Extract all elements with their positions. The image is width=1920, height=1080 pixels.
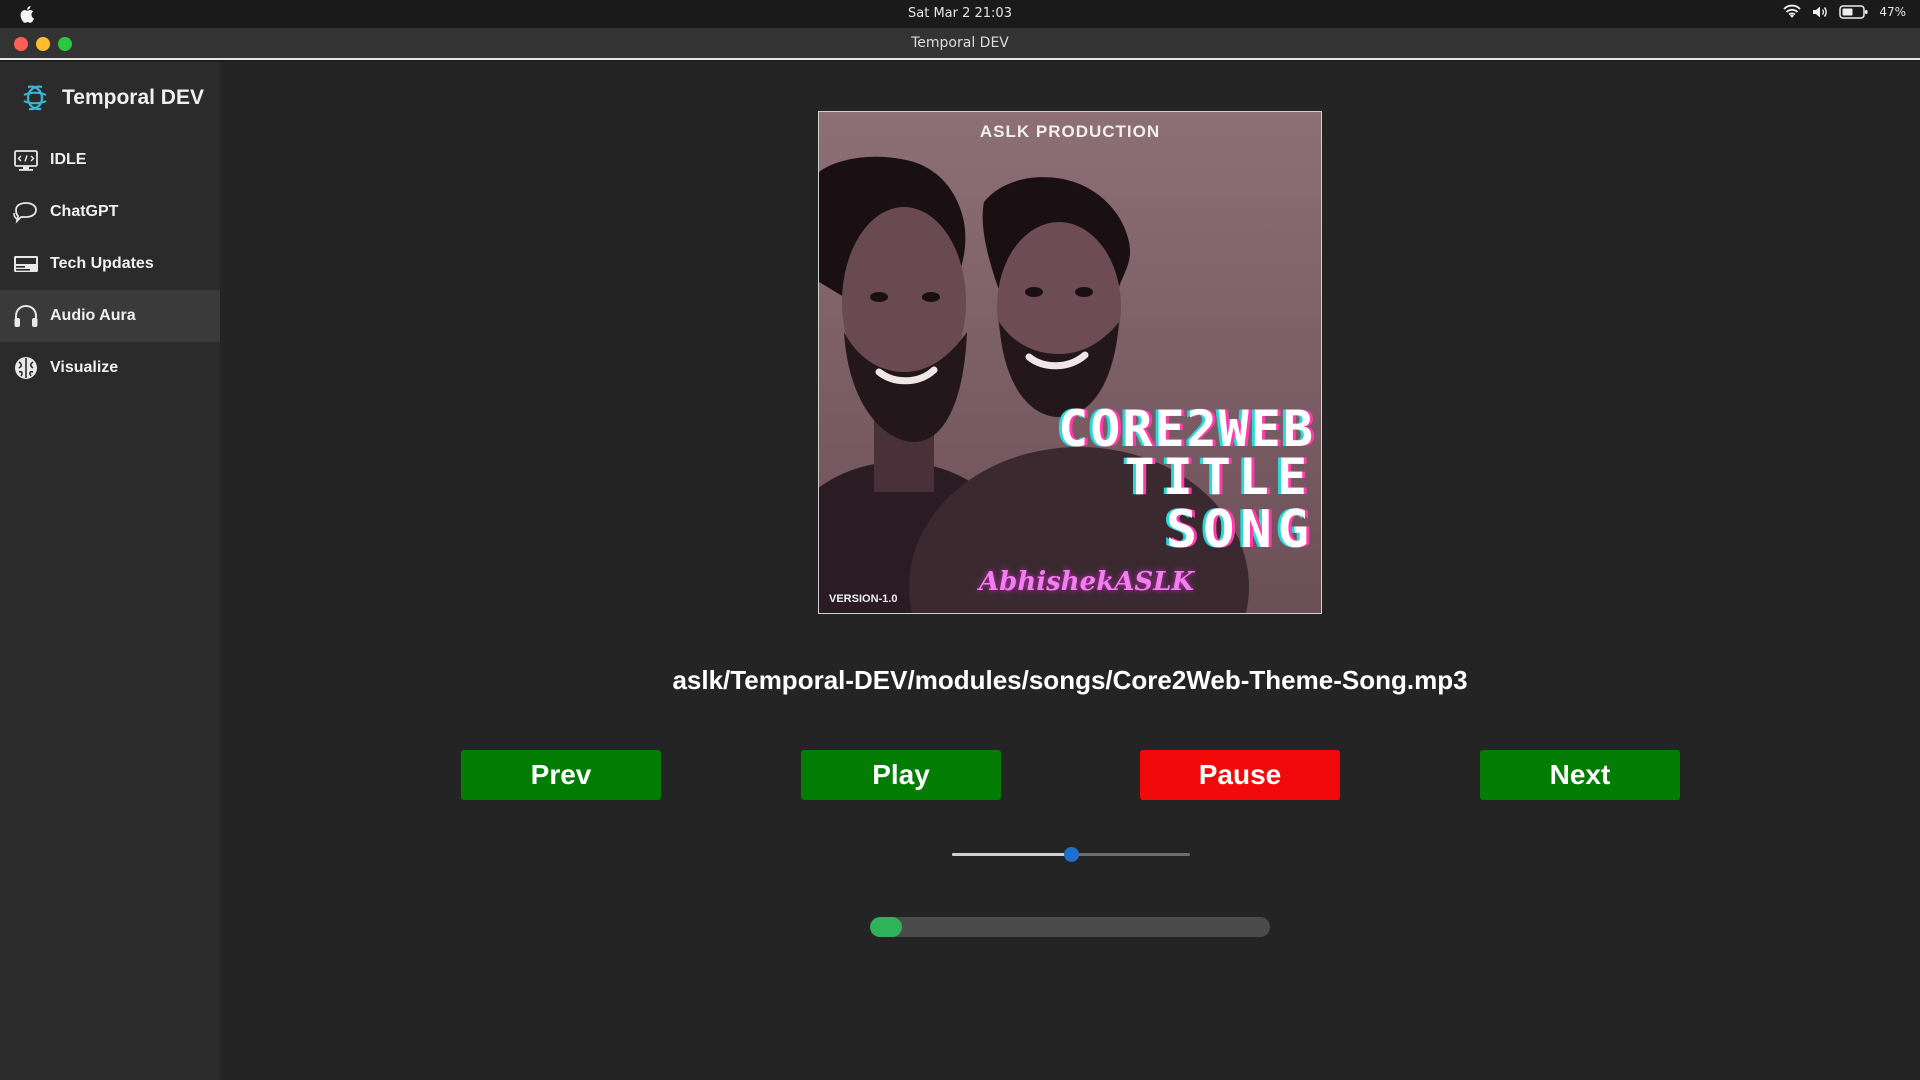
- brand[interactable]: Temporal DEV: [20, 82, 204, 114]
- sidebar-item-label: IDLE: [50, 151, 87, 168]
- cover-heading: ASLK PRODUCTION: [979, 122, 1161, 141]
- cover-title-line-3: SONG: [1165, 500, 1315, 560]
- sidebar-item-tech-updates[interactable]: Tech Updates: [0, 238, 220, 290]
- battery-icon[interactable]: [1839, 4, 1869, 20]
- news-icon: [12, 250, 40, 278]
- volume-slider-fill: [952, 853, 1071, 856]
- song-path: aslk/Temporal-DEV/modules/songs/Core2Web…: [672, 665, 1468, 695]
- window-title: Temporal DEV: [911, 35, 1009, 51]
- play-button[interactable]: Play: [801, 750, 1001, 800]
- sidebar-item-label: Audio Aura: [50, 307, 136, 324]
- sidebar-nav: IDLE ChatGPT Tech Updates Audio Aura Vis…: [0, 134, 220, 394]
- sidebar-item-chatgpt[interactable]: ChatGPT: [0, 186, 220, 238]
- sidebar-item-idle[interactable]: IDLE: [0, 134, 220, 186]
- sidebar-item-label: Tech Updates: [50, 255, 154, 272]
- temporal-logo-icon: [23, 85, 47, 111]
- status-area: 47%: [1783, 4, 1906, 20]
- brand-title: Temporal DEV: [62, 86, 204, 109]
- pause-button[interactable]: Pause: [1140, 750, 1340, 800]
- sidebar-item-visualize[interactable]: Visualize: [0, 342, 220, 394]
- sidebar-item-label: Visualize: [50, 359, 119, 376]
- clock[interactable]: Sat Mar 2 21:03: [0, 6, 1920, 21]
- volume-slider[interactable]: [952, 847, 1190, 862]
- window-titlebar[interactable]: Temporal DEV: [0, 28, 1920, 60]
- sidebar-item-audio-aura[interactable]: Audio Aura: [0, 290, 220, 342]
- headphones-icon: [12, 302, 40, 330]
- volume-icon[interactable]: [1811, 4, 1829, 20]
- wifi-icon[interactable]: [1783, 4, 1801, 20]
- battery-percentage: 47%: [1879, 5, 1906, 19]
- cover-version: VERSION-1.0: [829, 593, 898, 605]
- album-cover: ASLK PRODUCTION CORE2WEB TITLE SONG Abhi…: [818, 111, 1322, 614]
- brain-icon: [12, 354, 40, 382]
- cover-title-line-2: TITLE: [1124, 448, 1315, 506]
- song-progress-fill: [870, 917, 902, 937]
- chat-bubbles-icon: [12, 198, 40, 226]
- system-menubar: Sat Mar 2 21:03 47%: [0, 0, 1920, 28]
- volume-slider-handle[interactable]: [1064, 847, 1079, 862]
- prev-button[interactable]: Prev: [461, 750, 661, 800]
- sidebar-item-label: ChatGPT: [50, 203, 119, 220]
- sidebar: Temporal DEV IDLE ChatGPT Tech Updates A…: [0, 62, 220, 1080]
- cover-artist: AbhishekASLK: [979, 567, 1195, 597]
- next-button[interactable]: Next: [1480, 750, 1680, 800]
- code-monitor-icon: [12, 146, 40, 174]
- song-progress-bar[interactable]: [870, 917, 1270, 937]
